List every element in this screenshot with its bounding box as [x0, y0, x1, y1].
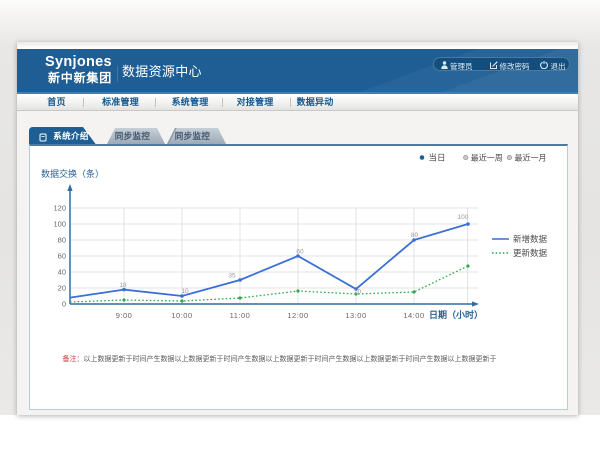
svg-text:10:00: 10:00: [171, 311, 192, 320]
svg-text:60: 60: [58, 252, 66, 261]
svg-text:11:00: 11:00: [230, 311, 251, 320]
svg-text:10: 10: [181, 288, 189, 295]
svg-text:120: 120: [53, 204, 66, 213]
svg-text:当日: 当日: [429, 153, 446, 163]
svg-text:13:00: 13:00: [345, 311, 366, 320]
svg-text:0: 0: [62, 300, 66, 309]
svg-text:14:00: 14:00: [403, 311, 424, 320]
svg-text:最近一周: 最近一周: [471, 153, 503, 163]
svg-text:同步监控: 同步监控: [175, 131, 211, 141]
svg-text:数据交换（条）: 数据交换（条）: [41, 168, 104, 179]
svg-text:18: 18: [119, 282, 127, 289]
svg-text:100: 100: [53, 220, 66, 229]
svg-text:最近一月: 最近一月: [515, 153, 547, 163]
svg-text:20: 20: [58, 284, 66, 293]
svg-text:10: 10: [354, 289, 362, 296]
svg-text:系统介绍: 系统介绍: [53, 131, 89, 141]
svg-text:100: 100: [458, 214, 469, 221]
svg-text:新增数据: 新增数据: [513, 234, 548, 244]
svg-text:80: 80: [58, 236, 66, 245]
svg-text:日期（小时）: 日期（小时）: [429, 309, 483, 320]
svg-text:9:00: 9:00: [116, 311, 133, 320]
svg-text:80: 80: [411, 232, 419, 239]
svg-text:60: 60: [296, 249, 304, 256]
svg-text:35: 35: [228, 273, 236, 280]
svg-text:40: 40: [58, 268, 66, 277]
svg-text:同步监控: 同步监控: [115, 131, 151, 141]
svg-text:12:00: 12:00: [287, 311, 308, 320]
svg-text:更新数据: 更新数据: [513, 248, 548, 258]
